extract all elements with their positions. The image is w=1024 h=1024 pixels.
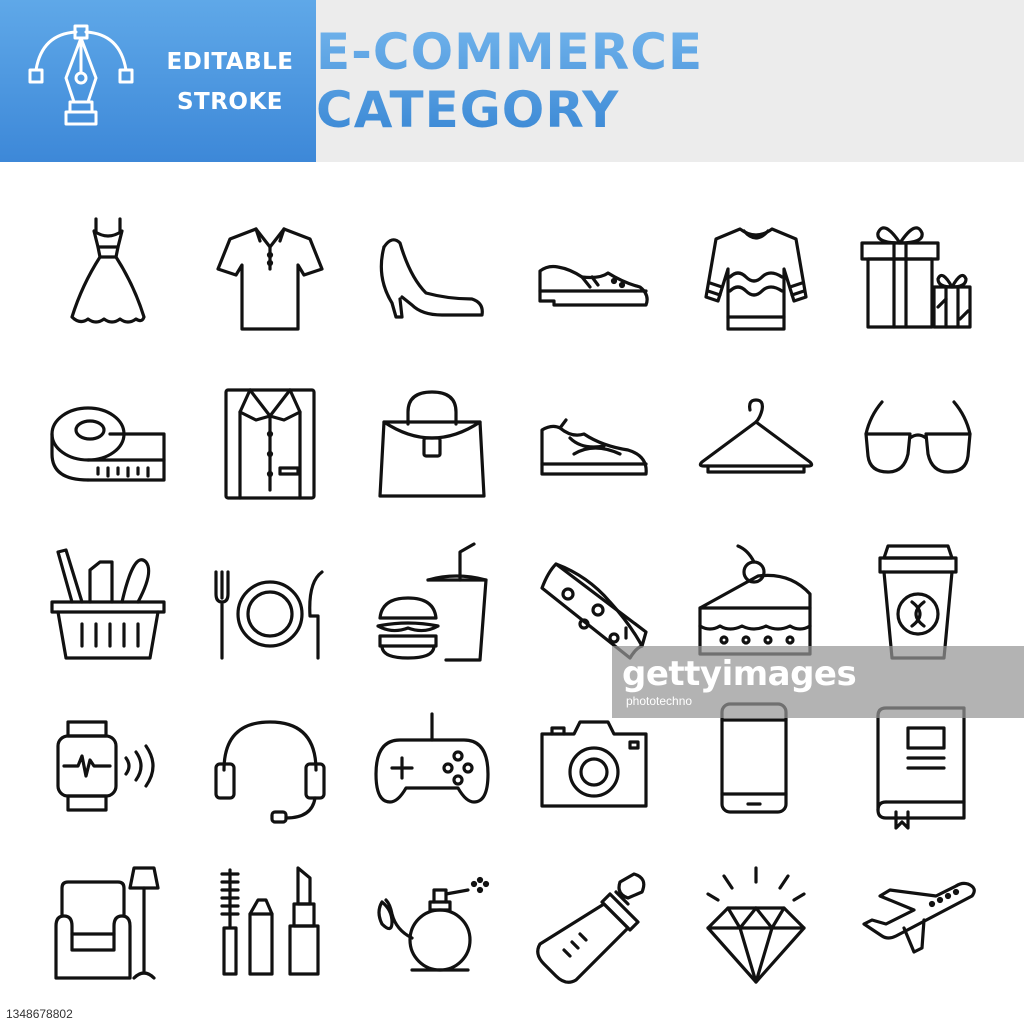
badge-line-1: EDITABLE (166, 49, 294, 75)
smartwatch-icon (38, 694, 178, 834)
header-bar: EDITABLE STROKE E-COMMERCE CATEGORY (0, 0, 1024, 162)
high-heel-icon (362, 207, 502, 347)
image-id-label: 1348678802 (0, 1004, 79, 1024)
pen-tool-icon (28, 24, 134, 126)
icon-grid (0, 162, 1024, 1024)
page-title: E-COMMERCE CATEGORY (316, 0, 1024, 162)
grocery-basket-icon (38, 532, 178, 672)
cosmetics-icon (200, 854, 340, 994)
plate-cutlery-icon (200, 532, 340, 672)
measuring-tape-icon (38, 372, 178, 512)
perfume-icon (362, 854, 502, 994)
dress-shoe-icon (524, 207, 664, 347)
badge-line-2: STROKE (176, 89, 284, 115)
sunglasses-icon (848, 372, 988, 512)
watermark-credit: phototechno (626, 694, 693, 708)
watermark: gettyimages phototechno (612, 646, 1024, 718)
folded-shirt-icon (200, 372, 340, 512)
watermark-title: gettyimages (622, 654, 857, 694)
airplane-icon (848, 854, 988, 994)
dress-icon (38, 207, 178, 347)
sneaker-icon (524, 372, 664, 512)
editable-stroke-badge: EDITABLE STROKE (0, 0, 316, 162)
gift-box-icon (848, 207, 988, 347)
hanger-icon (686, 372, 826, 512)
badge-text: EDITABLE STROKE (160, 42, 300, 122)
sweater-icon (686, 207, 826, 347)
armchair-lamp-icon (38, 854, 178, 994)
headset-icon (200, 694, 340, 834)
baby-bottle-icon (524, 854, 664, 994)
game-controller-icon (362, 694, 502, 834)
diamond-icon (686, 854, 826, 994)
handbag-icon (362, 372, 502, 512)
polo-shirt-icon (200, 207, 340, 347)
fast-food-icon (362, 532, 502, 672)
